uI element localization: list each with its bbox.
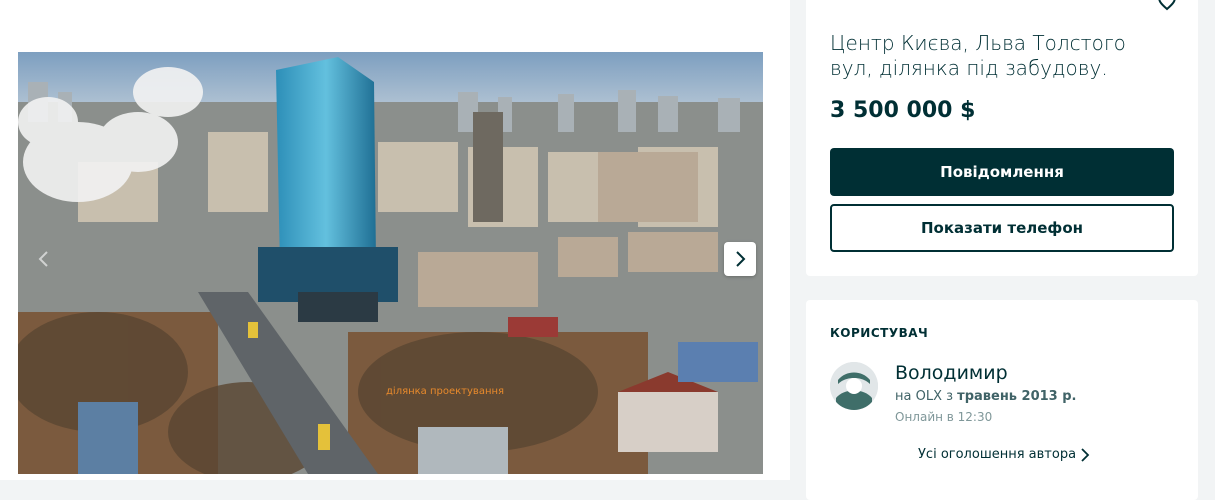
listing-photo (18, 52, 763, 474)
member-since: на OLX з травень 2013 р. (895, 389, 1077, 404)
member-since-date: травень 2013 р. (957, 389, 1077, 404)
photo-caption: ділянка проектування (386, 386, 505, 397)
message-button[interactable]: Повідомлення (830, 148, 1174, 196)
seller-card: КОРИСТУВАЧ Володимир на OLX з травень 20… (806, 300, 1198, 500)
seller-name[interactable]: Володимир (895, 362, 1008, 384)
chevron-right-icon (1081, 447, 1090, 462)
seller-heading: КОРИСТУВАЧ (830, 326, 929, 340)
all-ads-label: Усі оголошення автора (918, 447, 1077, 462)
chevron-right-icon (736, 251, 746, 267)
listing-title: Центр Києва, Льва Толстого вул, ділянка … (830, 31, 1126, 80)
listing-price: 3 500 000 $ (830, 98, 976, 123)
member-since-prefix: на OLX з (895, 389, 958, 404)
online-status: Онлайн в 12:30 (895, 410, 993, 424)
previous-photo-button[interactable] (28, 242, 60, 276)
chevron-left-icon (38, 251, 48, 267)
all-ads-link[interactable]: Усі оголошення автора (918, 447, 1090, 462)
show-phone-button[interactable]: Показати телефон (830, 204, 1174, 252)
heart-icon[interactable] (1156, 0, 1178, 12)
next-photo-button[interactable] (724, 242, 756, 276)
photo-gallery[interactable]: ділянка проектування (18, 52, 763, 474)
listing-summary-card: Центр Києва, Льва Толстого вул, ділянка … (806, 0, 1198, 276)
avatar[interactable] (830, 362, 878, 410)
user-avatar-icon (830, 362, 878, 410)
